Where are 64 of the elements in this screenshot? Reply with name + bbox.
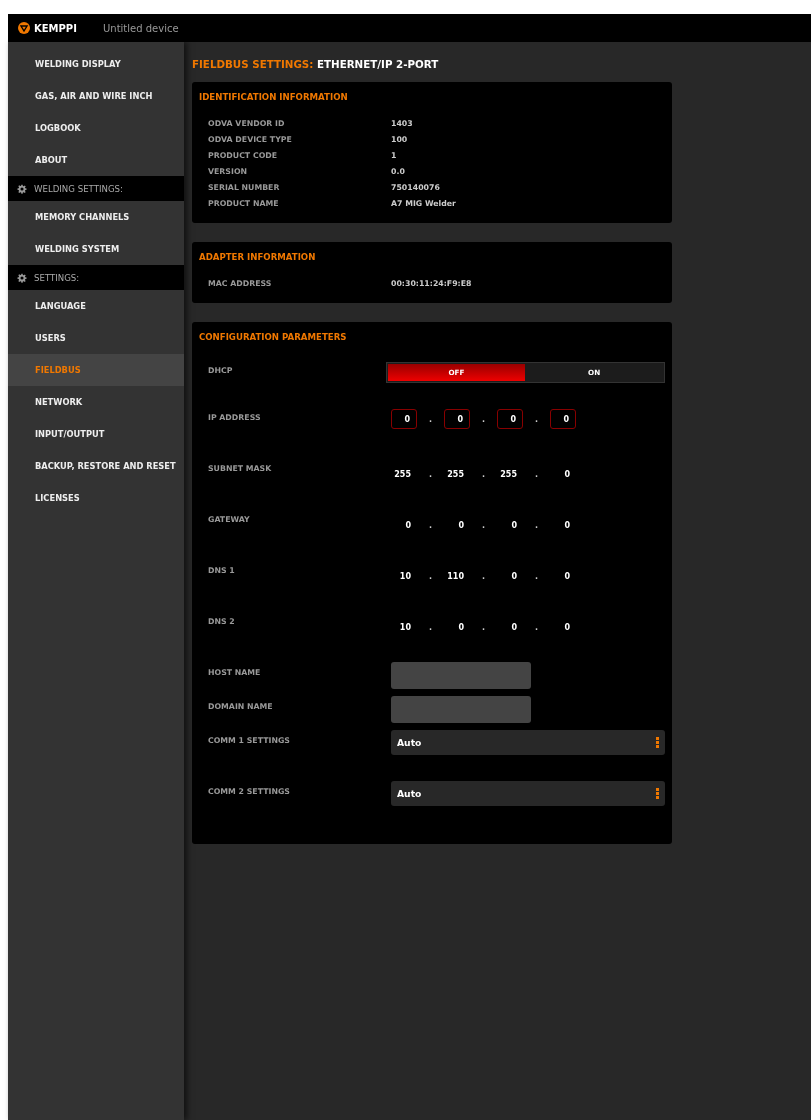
separator-dot: . xyxy=(427,571,433,581)
page-title: FIELDBUS SETTINGS: ETHERNET/IP 2-PORT xyxy=(192,58,440,70)
logo-icon xyxy=(18,22,30,34)
sidebar-item[interactable]: WELDING SYSTEM xyxy=(8,233,184,265)
kebab-icon xyxy=(656,788,659,799)
separator-dot: . xyxy=(533,571,539,581)
sidebar-item[interactable]: WELDING DISPLAY xyxy=(8,48,184,80)
separator-dot: . xyxy=(480,414,486,424)
sidebar-item[interactable]: INPUT/OUTPUT xyxy=(8,418,184,450)
sidebar-item[interactable]: BACKUP, RESTORE AND RESET xyxy=(8,450,184,482)
octet-value: 255 xyxy=(499,468,518,481)
card-title: CONFIGURATION PARAMETERS xyxy=(199,332,348,342)
octet-value: 0 xyxy=(563,519,571,532)
octet-value: 10 xyxy=(398,621,412,634)
sidebar-item[interactable]: LANGUAGE xyxy=(8,290,184,322)
sidebar-item[interactable]: USERS xyxy=(8,322,184,354)
separator-dot: . xyxy=(480,520,486,530)
octet-value: 0 xyxy=(563,621,571,634)
octet-value: 0 xyxy=(457,621,465,634)
separator-dot: . xyxy=(480,469,486,479)
octet-value: 0 xyxy=(563,468,571,481)
gear-icon xyxy=(17,272,27,283)
sidebar-item[interactable]: LICENSES xyxy=(8,482,184,514)
dropdown[interactable]: Auto xyxy=(391,781,665,806)
separator-dot: . xyxy=(533,469,539,479)
octet-value: 110 xyxy=(446,570,465,583)
input-field[interactable] xyxy=(391,696,531,723)
separator-dot: . xyxy=(427,469,433,479)
brand-name: KEMPPI xyxy=(34,22,78,34)
octet-value: 0 xyxy=(404,519,412,532)
octet-value: 0 xyxy=(510,621,518,634)
octet-field[interactable]: 0 xyxy=(550,409,576,429)
separator-dot: . xyxy=(480,571,486,581)
gear-icon xyxy=(17,183,27,194)
sidebar-item[interactable]: NETWORK xyxy=(8,386,184,418)
octet-field[interactable]: 0 xyxy=(391,409,417,429)
sidebar-item[interactable]: LOGBOOK xyxy=(8,112,184,144)
dropdown[interactable]: Auto xyxy=(391,730,665,755)
octet-value: 10 xyxy=(398,570,412,583)
separator-dot: . xyxy=(427,622,433,632)
card-title: IDENTIFICATION INFORMATION xyxy=(199,92,349,102)
octet-field[interactable]: 0 xyxy=(497,409,523,429)
kebab-icon xyxy=(656,737,659,748)
separator-dot: . xyxy=(533,520,539,530)
sidebar-item[interactable]: MEMORY CHANNELS xyxy=(8,201,184,233)
section-title: WELDING SETTINGS: xyxy=(34,183,123,194)
octet-value: 0 xyxy=(563,570,571,583)
separator-dot: . xyxy=(480,622,486,632)
separator-dot: . xyxy=(427,414,433,424)
input-field[interactable] xyxy=(391,662,531,689)
separator-dot: . xyxy=(533,622,539,632)
octet-field[interactable]: 0 xyxy=(444,409,470,429)
octet-value: 0 xyxy=(457,519,465,532)
octet-value: 255 xyxy=(446,468,465,481)
separator-dot: . xyxy=(533,414,539,424)
sidebar-item[interactable]: ABOUT xyxy=(8,144,184,176)
octet-value: 0 xyxy=(510,519,518,532)
octet-value: 255 xyxy=(393,468,412,481)
octet-value: 0 xyxy=(510,570,518,583)
sidebar-item[interactable]: GAS, AIR AND WIRE INCH xyxy=(8,80,184,112)
card-title: ADAPTER INFORMATION xyxy=(199,252,317,262)
section-title: SETTINGS: xyxy=(34,272,80,283)
device-name: Untitled device xyxy=(103,22,179,34)
separator-dot: . xyxy=(427,520,433,530)
